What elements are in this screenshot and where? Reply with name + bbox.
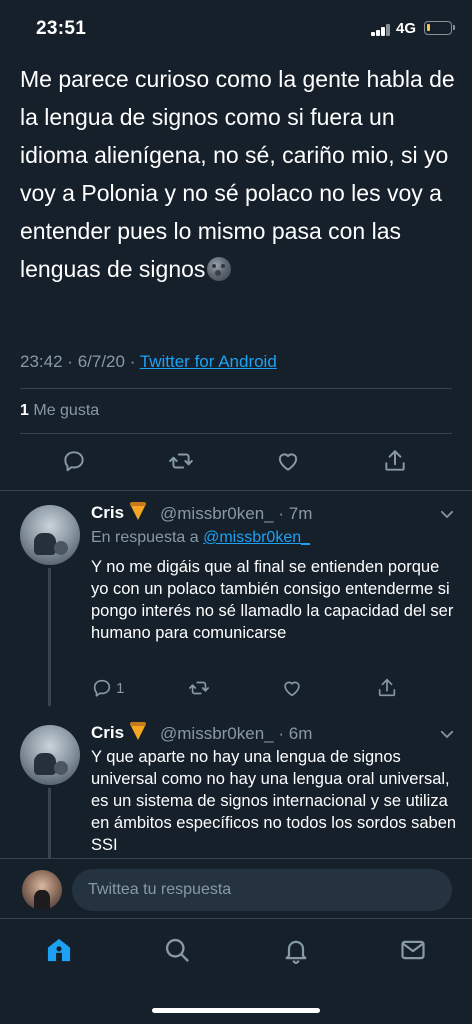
reply-button[interactable]: 1 (91, 676, 124, 700)
like-button[interactable] (274, 447, 302, 475)
home-icon (47, 938, 71, 962)
heart-icon (278, 453, 298, 471)
tweet-date: 6/7/20 (77, 352, 125, 371)
compose-bar (0, 858, 472, 918)
home-indicator (152, 1008, 320, 1013)
reply-actions: 1 (0, 676, 472, 700)
tweet-meta: 23:42 · 6/7/20 · Twitter for Android (20, 352, 277, 372)
tweet-time: 23:42 (20, 352, 63, 371)
retweet-icon (169, 453, 193, 469)
pizza-emoji (130, 722, 147, 740)
status-time: 23:51 (36, 18, 87, 39)
battery-level (427, 24, 430, 31)
meta-separator: · (67, 352, 73, 371)
like-button[interactable] (281, 676, 303, 700)
reply-author-handle: @missbr0ken_ · 6m (160, 724, 313, 743)
reply-icon (93, 679, 111, 697)
retweet-button[interactable] (188, 676, 210, 700)
tab-messages[interactable] (398, 935, 428, 965)
chevron-down-icon[interactable] (438, 505, 456, 523)
meta-separator-2: · (129, 352, 136, 371)
main-tweet-actions (0, 447, 472, 479)
tab-notifications[interactable] (281, 935, 311, 965)
tab-search[interactable] (162, 935, 192, 965)
reply-icon (64, 451, 84, 472)
search-icon (165, 938, 189, 962)
battery-icon (424, 21, 455, 35)
divider (20, 388, 452, 389)
reply-text: Y no me digáis que al final se entienden… (91, 558, 454, 642)
reply-to-mention[interactable]: @missbr0ken_ (203, 529, 310, 546)
divider (0, 490, 472, 491)
pizza-emoji (130, 502, 147, 520)
tab-home[interactable] (44, 935, 74, 965)
main-tweet-body: Me parece curioso como la gente habla de… (20, 66, 455, 282)
author-name-text: Cris (91, 723, 125, 742)
reply-input[interactable] (72, 869, 452, 911)
chevron-down-icon[interactable] (438, 725, 456, 743)
share-button[interactable] (376, 676, 398, 700)
signal-icon (371, 24, 391, 36)
like-label: Me gusta (33, 402, 100, 419)
author-name-text: Cris (91, 503, 125, 522)
reply-author-name[interactable]: Cris (91, 502, 147, 523)
avatar[interactable] (20, 505, 80, 565)
status-bar: 23:51 4G (0, 0, 472, 58)
moon-face-emoji (207, 257, 232, 281)
share-icon (378, 678, 396, 697)
retweet-button[interactable] (167, 447, 195, 475)
network-type: 4G (396, 20, 417, 37)
reply-button[interactable] (60, 447, 88, 475)
reply-author-name[interactable]: Cris (91, 722, 147, 743)
thread-line (48, 788, 51, 858)
likes-count[interactable]: 1 Me gusta (20, 402, 99, 420)
reply-text: Y que aparte no hay una lengua de signos… (91, 748, 457, 854)
like-number: 1 (20, 402, 29, 419)
avatar[interactable] (20, 725, 80, 785)
user-avatar[interactable] (22, 870, 62, 910)
tweet-source-link[interactable]: Twitter for Android (140, 352, 277, 371)
messages-icon (401, 940, 425, 960)
share-icon (385, 450, 405, 471)
divider (20, 433, 452, 434)
reply-to-label: En respuesta a (91, 529, 199, 546)
notifications-icon (285, 940, 307, 964)
reply-author-handle: @missbr0ken_ · 7m (160, 504, 313, 523)
heart-icon (284, 681, 300, 697)
share-button[interactable] (381, 447, 409, 475)
reply-context: En respuesta a @missbr0ken_ (91, 529, 310, 547)
reply-count: 1 (116, 679, 125, 697)
main-tweet-text: Me parece curioso como la gente habla de… (20, 60, 460, 288)
retweet-icon (189, 681, 209, 695)
